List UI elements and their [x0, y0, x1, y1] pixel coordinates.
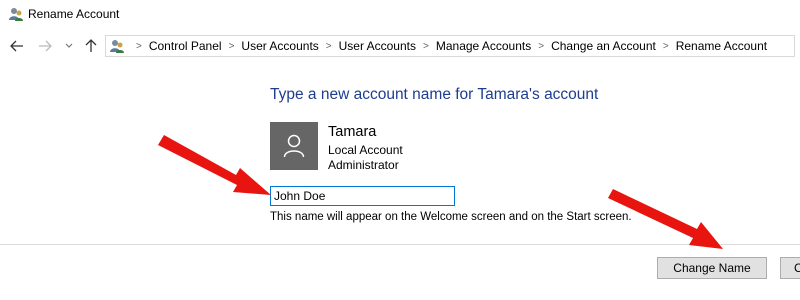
- forward-arrow-icon[interactable]: [36, 36, 54, 56]
- breadcrumb-separator-icon: >: [136, 40, 142, 52]
- navigation-bar: > Control Panel > User Accounts > User A…: [0, 32, 800, 60]
- name-hint-text: This name will appear on the Welcome scr…: [270, 211, 632, 223]
- window-title: Rename Account: [28, 7, 120, 21]
- chevron-down-icon[interactable]: [60, 36, 78, 56]
- user-silhouette-icon: [283, 134, 305, 158]
- user-accounts-icon: [9, 8, 23, 21]
- breadcrumb-separator-icon: >: [423, 40, 429, 52]
- account-role: Administrator: [328, 158, 399, 172]
- up-arrow-icon[interactable]: [82, 36, 100, 56]
- breadcrumb-separator-icon: >: [538, 40, 545, 52]
- breadcrumb-item-control-panel[interactable]: Control Panel: [149, 39, 222, 53]
- address-bar[interactable]: > Control Panel > User Accounts > User A…: [105, 35, 795, 57]
- cancel-button[interactable]: Cancel: [780, 257, 800, 279]
- title-bar: Rename Account: [0, 0, 800, 30]
- footer-divider: [0, 244, 800, 245]
- account-name: Tamara: [328, 124, 377, 140]
- breadcrumb-item-user-accounts-sub[interactable]: User Accounts: [339, 39, 416, 53]
- breadcrumb-item-change-an-account[interactable]: Change an Account: [551, 39, 656, 53]
- account-type: Local Account: [328, 143, 403, 157]
- breadcrumb-item-rename-account[interactable]: Rename Account: [676, 39, 767, 53]
- annotation-arrow-icon: [158, 135, 271, 195]
- breadcrumb-item-user-accounts[interactable]: User Accounts: [241, 39, 318, 53]
- breadcrumb-separator-icon: >: [662, 40, 669, 52]
- breadcrumb-separator-icon: >: [228, 40, 235, 52]
- new-account-name-input[interactable]: [270, 186, 455, 206]
- control-panel-icon: [110, 40, 124, 53]
- back-arrow-icon[interactable]: [8, 36, 26, 56]
- breadcrumb-item-manage-accounts[interactable]: Manage Accounts: [436, 39, 531, 53]
- breadcrumb-separator-icon: >: [325, 40, 332, 52]
- page-heading: Type a new account name for Tamara's acc…: [270, 86, 599, 103]
- change-name-button[interactable]: Change Name: [657, 257, 767, 279]
- avatar: [270, 122, 318, 170]
